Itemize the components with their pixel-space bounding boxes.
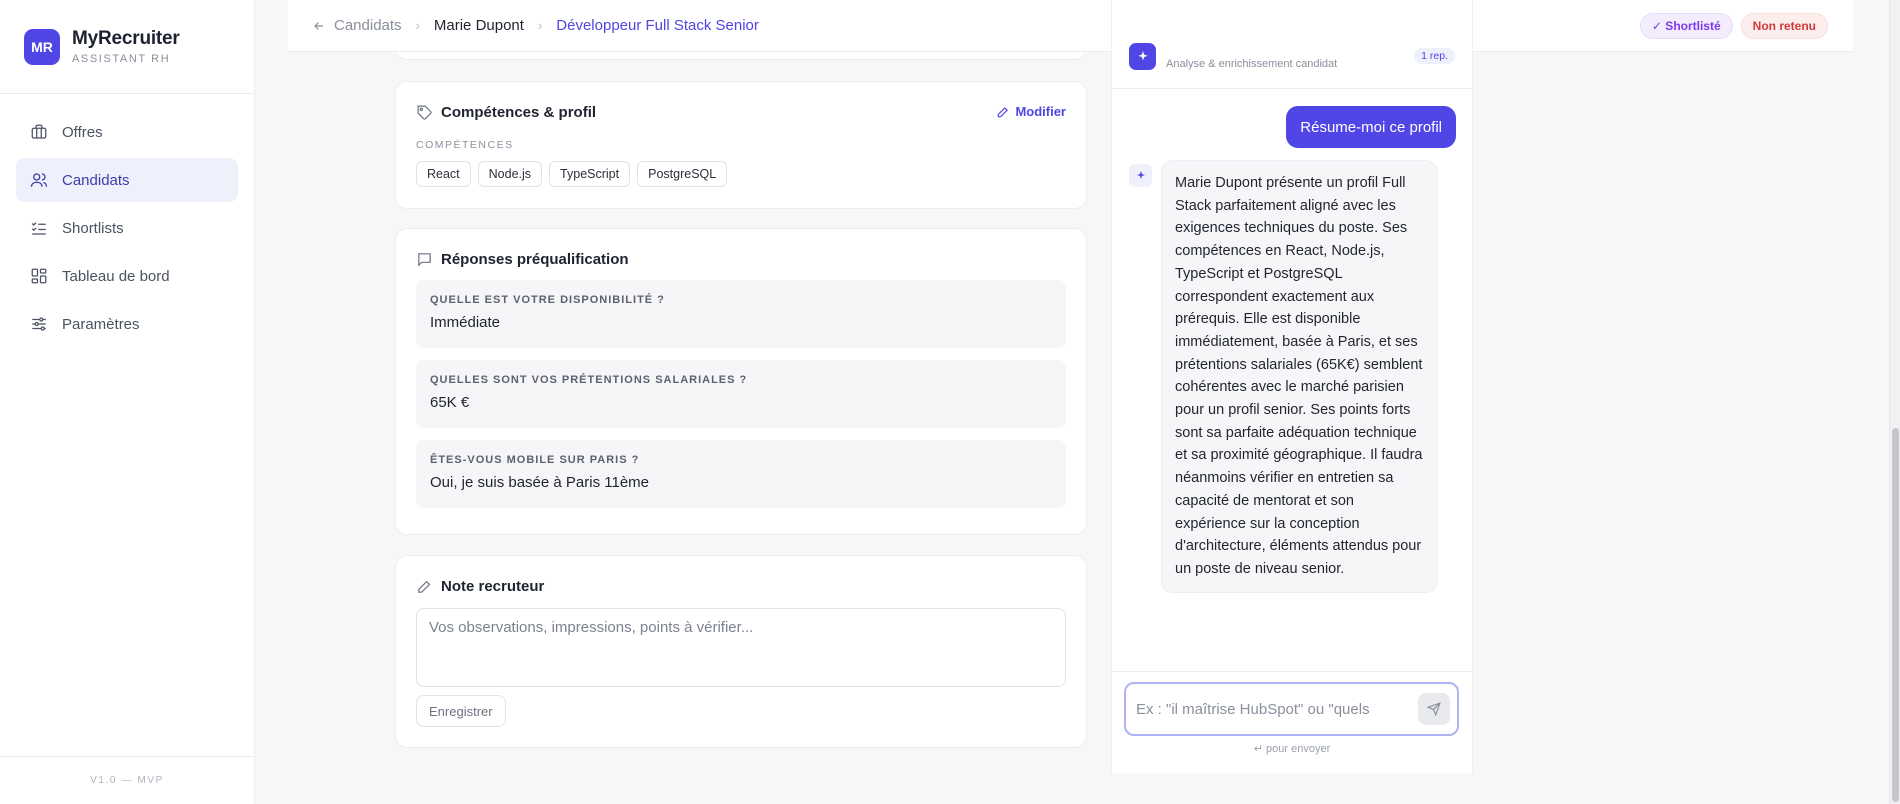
prequal-answer: 65K € — [430, 394, 470, 411]
brand-logo: MR — [24, 28, 60, 65]
list-check-icon — [31, 222, 46, 235]
prequal-item: QUELLE EST VOTRE DISPONIBILITÉ ? Immédia… — [416, 280, 1066, 348]
pencil-icon — [418, 580, 431, 593]
rejected-badge[interactable]: Non retenu — [1740, 13, 1828, 39]
briefcase-icon — [31, 124, 47, 139]
note-title: Note recruteur — [416, 578, 1066, 595]
prequal-question: QUELLE EST VOTRE DISPONIBILITÉ ? — [430, 294, 665, 306]
user-message: Résume-moi ce profil — [1286, 106, 1456, 148]
pencil-icon — [998, 106, 1009, 117]
prequal-item: QUELLES SONT VOS PRÉTENTIONS SALARIALES … — [416, 360, 1066, 428]
chevron-right-icon: › — [415, 18, 420, 33]
arrow-left-icon — [314, 21, 324, 30]
status-badges: ✓ Shortlisté Non retenu — [1639, 13, 1828, 39]
message-icon — [418, 253, 431, 267]
ai-chat-panel: Analyse & enrichissement candidat 1 rep.… — [1111, 0, 1473, 773]
brand-name: MyRecruiter — [72, 28, 180, 49]
chat-input[interactable]: Ex : "il maîtrise HubSpot" ou "quels — [1124, 682, 1459, 736]
sidebar-item-candidats[interactable]: Candidats — [16, 158, 238, 202]
tag-icon — [417, 105, 432, 120]
skills-label: COMPÉTENCES — [416, 139, 514, 151]
skill-tags: React Node.js TypeScript PostgreSQL — [416, 161, 1066, 187]
prequal-answer: Immédiate — [430, 314, 501, 331]
shortlisted-badge[interactable]: ✓ Shortlisté — [1639, 13, 1733, 39]
reply-count-badge: 1 rep. — [1414, 48, 1455, 64]
assistant-message: Marie Dupont présente un profil Full Sta… — [1161, 160, 1438, 593]
page-scrollbar[interactable] — [1889, 0, 1900, 804]
prequal-title: Réponses préqualification — [416, 251, 1066, 268]
sidebar-item-dashboard[interactable]: Tableau de bord — [16, 254, 238, 298]
sidebar-item-parametres[interactable]: Paramètres — [16, 302, 238, 346]
skills-card: Compétences & profil Modifier COMPÉTENCE… — [395, 81, 1087, 209]
dashboard-icon — [31, 268, 47, 284]
sidebar-item-shortlists[interactable]: Shortlists — [16, 206, 238, 250]
sidebar-item-label: Candidats — [62, 171, 130, 189]
scrollbar-thumb[interactable] — [1892, 428, 1899, 802]
sidebar-nav: Offres Candidats Shortlists Tableau de b… — [0, 94, 254, 366]
chevron-right-icon: › — [537, 18, 543, 33]
sidebar-item-label: Tableau de bord — [62, 267, 170, 285]
send-button[interactable] — [1418, 693, 1450, 725]
chat-header: Analyse & enrichissement candidat 1 rep. — [1112, 0, 1472, 89]
prequal-question: QUELLES SONT VOS PRÉTENTIONS SALARIALES … — [430, 374, 748, 386]
skill-tag: React — [416, 161, 471, 187]
sparkles-icon — [1129, 164, 1152, 187]
chat-composer: Ex : "il maîtrise HubSpot" ou "quels ↵ p… — [1112, 671, 1472, 773]
sidebar-item-label: Offres — [62, 123, 103, 141]
prequal-question: ÊTES-VOUS MOBILE SUR PARIS ? — [430, 454, 640, 466]
breadcrumb: Candidats › Marie Dupont › Développeur F… — [312, 17, 759, 34]
breadcrumb-job[interactable]: Développeur Full Stack Senior — [556, 17, 759, 34]
recruiter-note-input[interactable]: Vos observations, impressions, points à … — [416, 608, 1066, 687]
recruiter-note-card: Note recruteur Vos observations, impress… — [395, 555, 1087, 748]
skill-tag: PostgreSQL — [637, 161, 728, 187]
edit-skills-button[interactable]: Modifier — [996, 104, 1066, 119]
enter-hint: ↵ pour envoyer — [1253, 743, 1331, 755]
brand-subtitle: ASSISTANT RH — [72, 53, 171, 65]
breadcrumb-back-link[interactable]: Candidats — [312, 17, 402, 34]
prequal-answer: Oui, je suis basée à Paris 11ème — [430, 474, 650, 491]
prequal-item: ÊTES-VOUS MOBILE SUR PARIS ? Oui, je sui… — [416, 440, 1066, 508]
skills-title: Compétences & profil — [416, 104, 1066, 121]
send-icon — [1427, 702, 1441, 716]
breadcrumb-candidate[interactable]: Marie Dupont — [434, 17, 524, 34]
sliders-icon — [32, 317, 46, 331]
topbar: Candidats › Marie Dupont › Développeur F… — [288, 0, 1853, 52]
brand: MR MyRecruiter ASSISTANT RH — [0, 0, 254, 94]
sparkles-icon — [1129, 43, 1156, 70]
sidebar: MR MyRecruiter ASSISTANT RH Offres Candi… — [0, 0, 255, 804]
skill-tag: TypeScript — [549, 161, 631, 187]
sidebar-item-label: Shortlists — [62, 219, 124, 237]
sidebar-item-label: Paramètres — [62, 315, 140, 333]
prequal-card: Réponses préqualification QUELLE EST VOT… — [395, 228, 1087, 535]
breadcrumb-candidats: Candidats — [334, 17, 402, 34]
chat-subtitle: Analyse & enrichissement candidat — [1166, 58, 1338, 70]
app-version: V1.0 — MVP — [0, 756, 254, 804]
save-note-button[interactable]: Enregistrer — [416, 695, 506, 727]
skill-tag: Node.js — [477, 161, 543, 187]
users-icon — [30, 173, 48, 187]
sidebar-item-offres[interactable]: Offres — [16, 110, 238, 154]
